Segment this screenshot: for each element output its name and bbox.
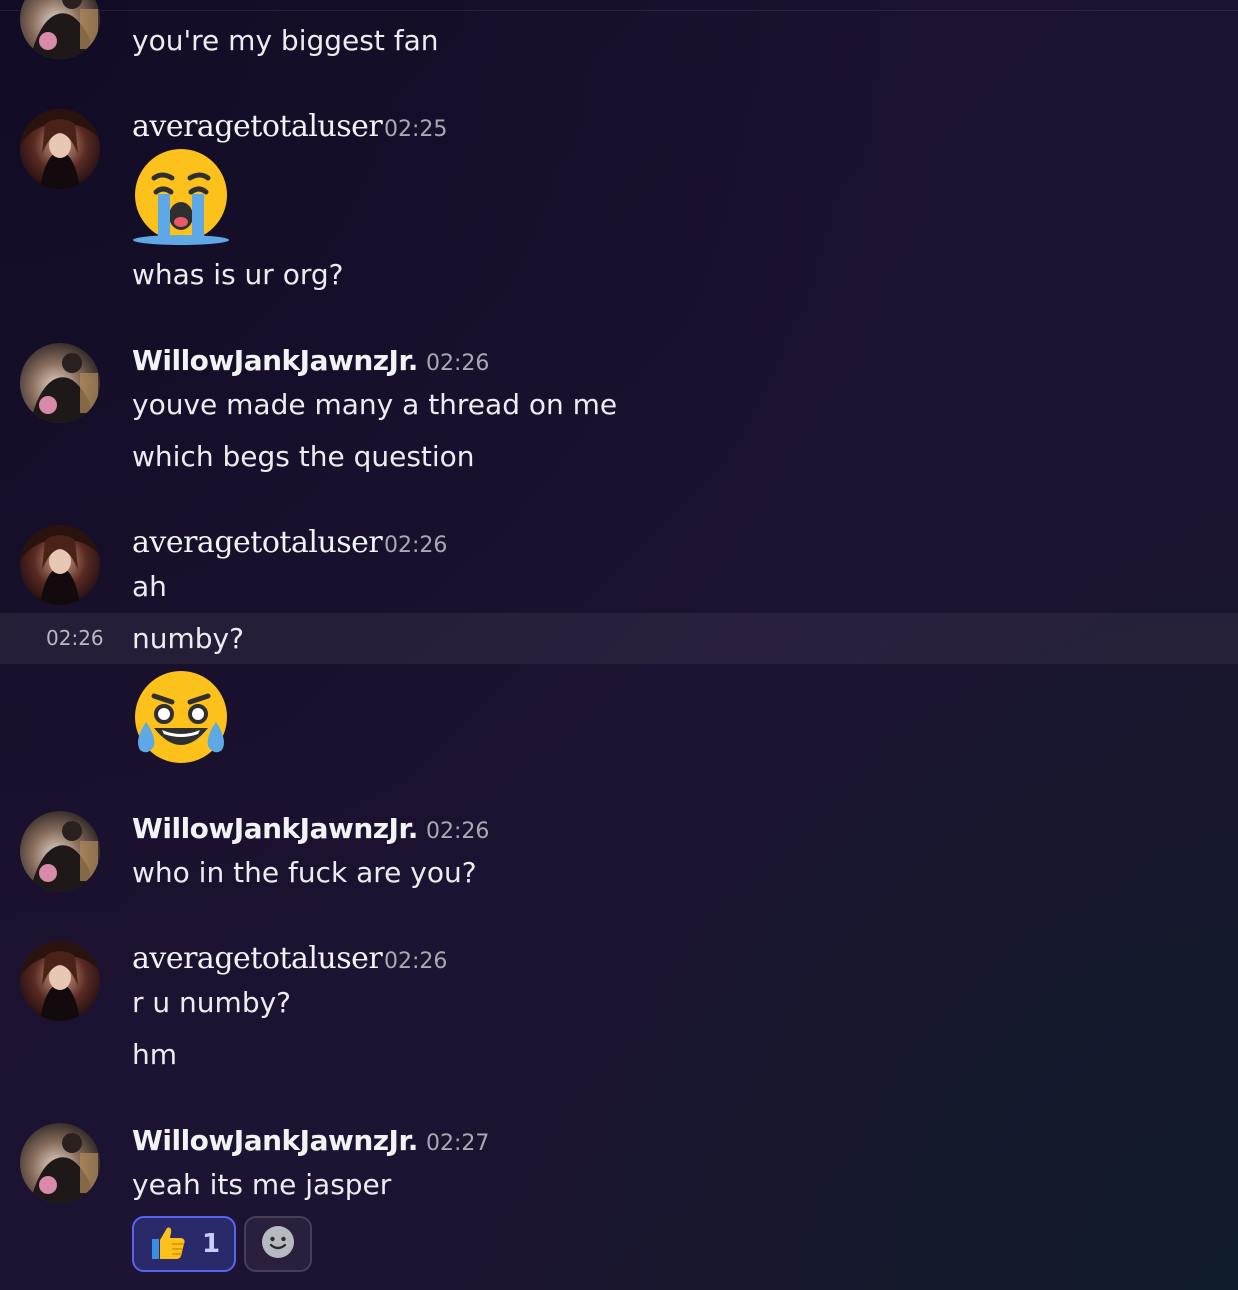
add-reaction-icon: [260, 1224, 296, 1264]
face-with-tears-of-joy-icon: [132, 670, 230, 772]
reaction-thumbs-up[interactable]: 1: [132, 1216, 236, 1272]
avatar-averagetotaluser[interactable]: [20, 109, 100, 189]
author-name[interactable]: WillowJankJawnzJr.: [132, 1123, 418, 1159]
message-text: r u numby?: [132, 986, 292, 1019]
author-name[interactable]: WillowJankJawnzJr.: [132, 811, 418, 847]
avatar-willow[interactable]: [20, 1123, 100, 1203]
timestamp[interactable]: 02:26: [426, 817, 489, 847]
author-name[interactable]: averagetotaluser: [132, 109, 383, 145]
timestamp[interactable]: 02:26: [384, 947, 447, 977]
loudly-crying-face-icon: [132, 148, 230, 250]
timestamp[interactable]: 02:26: [384, 531, 447, 561]
message-list[interactable]: you're my biggest fan averagetotaluser 0…: [0, 0, 1238, 1290]
avatar-averagetotaluser[interactable]: [20, 941, 100, 1021]
timestamp[interactable]: 02:25: [384, 115, 447, 145]
author-name[interactable]: averagetotaluser: [132, 525, 383, 561]
avatar-averagetotaluser[interactable]: [20, 525, 100, 605]
add-reaction-button[interactable]: [244, 1216, 312, 1272]
timestamp[interactable]: 02:27: [426, 1129, 489, 1159]
hover-timestamp[interactable]: 02:26: [46, 623, 104, 653]
message-text: yeah its me jasper: [132, 1168, 392, 1201]
author-name[interactable]: averagetotaluser: [132, 941, 383, 977]
thumbs-up-icon: [148, 1222, 188, 1266]
message-text: numby?: [132, 622, 244, 655]
reaction-count: 1: [201, 1229, 221, 1259]
message-text: ah: [132, 570, 167, 603]
message-text: who in the fuck are you?: [132, 856, 477, 889]
avatar-willow[interactable]: [20, 0, 100, 59]
message-text: youve made many a thread on me: [132, 388, 618, 421]
avatar-willow[interactable]: [20, 343, 100, 423]
timestamp[interactable]: 02:26: [426, 349, 489, 379]
author-name[interactable]: WillowJankJawnzJr.: [132, 343, 418, 379]
message-text: which begs the question: [132, 440, 475, 473]
avatar-willow[interactable]: [20, 811, 100, 891]
message-text: hm: [132, 1038, 178, 1071]
message-text: you're my biggest fan: [132, 24, 439, 57]
message-text: whas is ur org?: [132, 258, 344, 291]
